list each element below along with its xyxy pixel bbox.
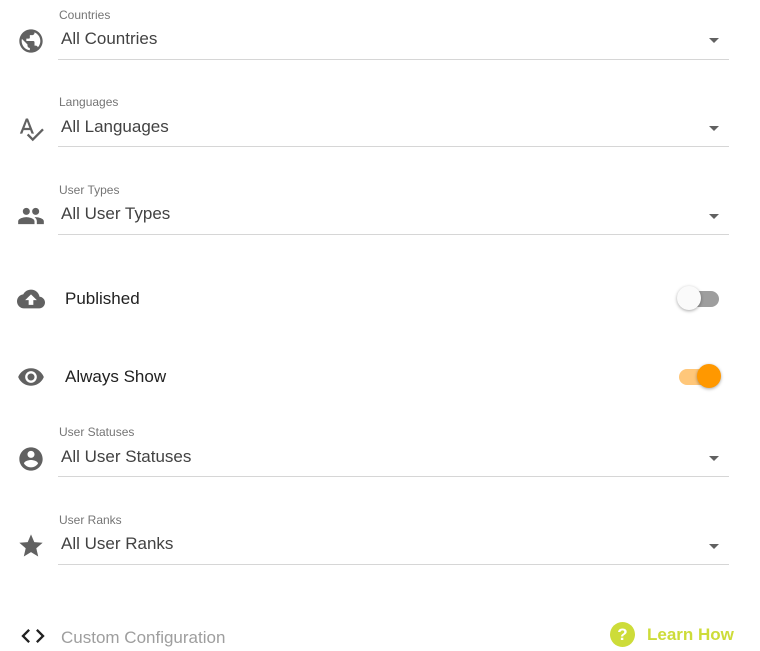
user-statuses-label: User Statuses (59, 425, 135, 439)
chevron-down-icon (709, 456, 719, 461)
account-circle-icon (16, 444, 46, 474)
always-show-toggle-thumb (697, 364, 721, 388)
code-icon (18, 621, 48, 651)
chevron-down-icon (709, 38, 719, 43)
chevron-down-icon (709, 214, 719, 219)
user-ranks-value: All User Ranks (61, 534, 174, 553)
countries-select[interactable]: Countries All Countries (58, 0, 729, 60)
countries-label: Countries (59, 8, 111, 22)
learn-how-label: Learn How (647, 624, 734, 644)
globe-icon (16, 26, 46, 56)
published-label: Published (65, 289, 140, 308)
user-ranks-label: User Ranks (59, 513, 122, 527)
user-types-select[interactable]: User Types All User Types (58, 176, 729, 235)
languages-label: Languages (59, 95, 119, 109)
learn-how-link[interactable]: ? Learn How (610, 622, 734, 647)
countries-value: All Countries (61, 29, 158, 48)
chevron-down-icon (709, 126, 719, 131)
people-icon (16, 201, 46, 231)
languages-value: All Languages (61, 117, 169, 136)
user-ranks-select[interactable]: User Ranks All User Ranks (58, 506, 729, 565)
user-statuses-value: All User Statuses (61, 447, 192, 466)
chevron-down-icon (709, 544, 719, 549)
custom-config-label: Custom Configuration (61, 628, 226, 647)
published-toggle[interactable] (677, 285, 723, 311)
languages-select[interactable]: Languages All Languages (58, 88, 729, 147)
user-statuses-select[interactable]: User Statuses All User Statuses (58, 418, 729, 477)
always-show-toggle[interactable] (677, 363, 723, 389)
user-types-label: User Types (59, 183, 120, 197)
spellcheck-icon (16, 114, 46, 144)
star-icon (16, 531, 46, 561)
user-types-value: All User Types (61, 204, 171, 223)
eye-icon (16, 362, 46, 392)
published-toggle-thumb (677, 286, 701, 310)
help-icon: ? (610, 622, 635, 647)
cloud-upload-icon (16, 284, 46, 314)
always-show-label: Always Show (65, 367, 167, 386)
